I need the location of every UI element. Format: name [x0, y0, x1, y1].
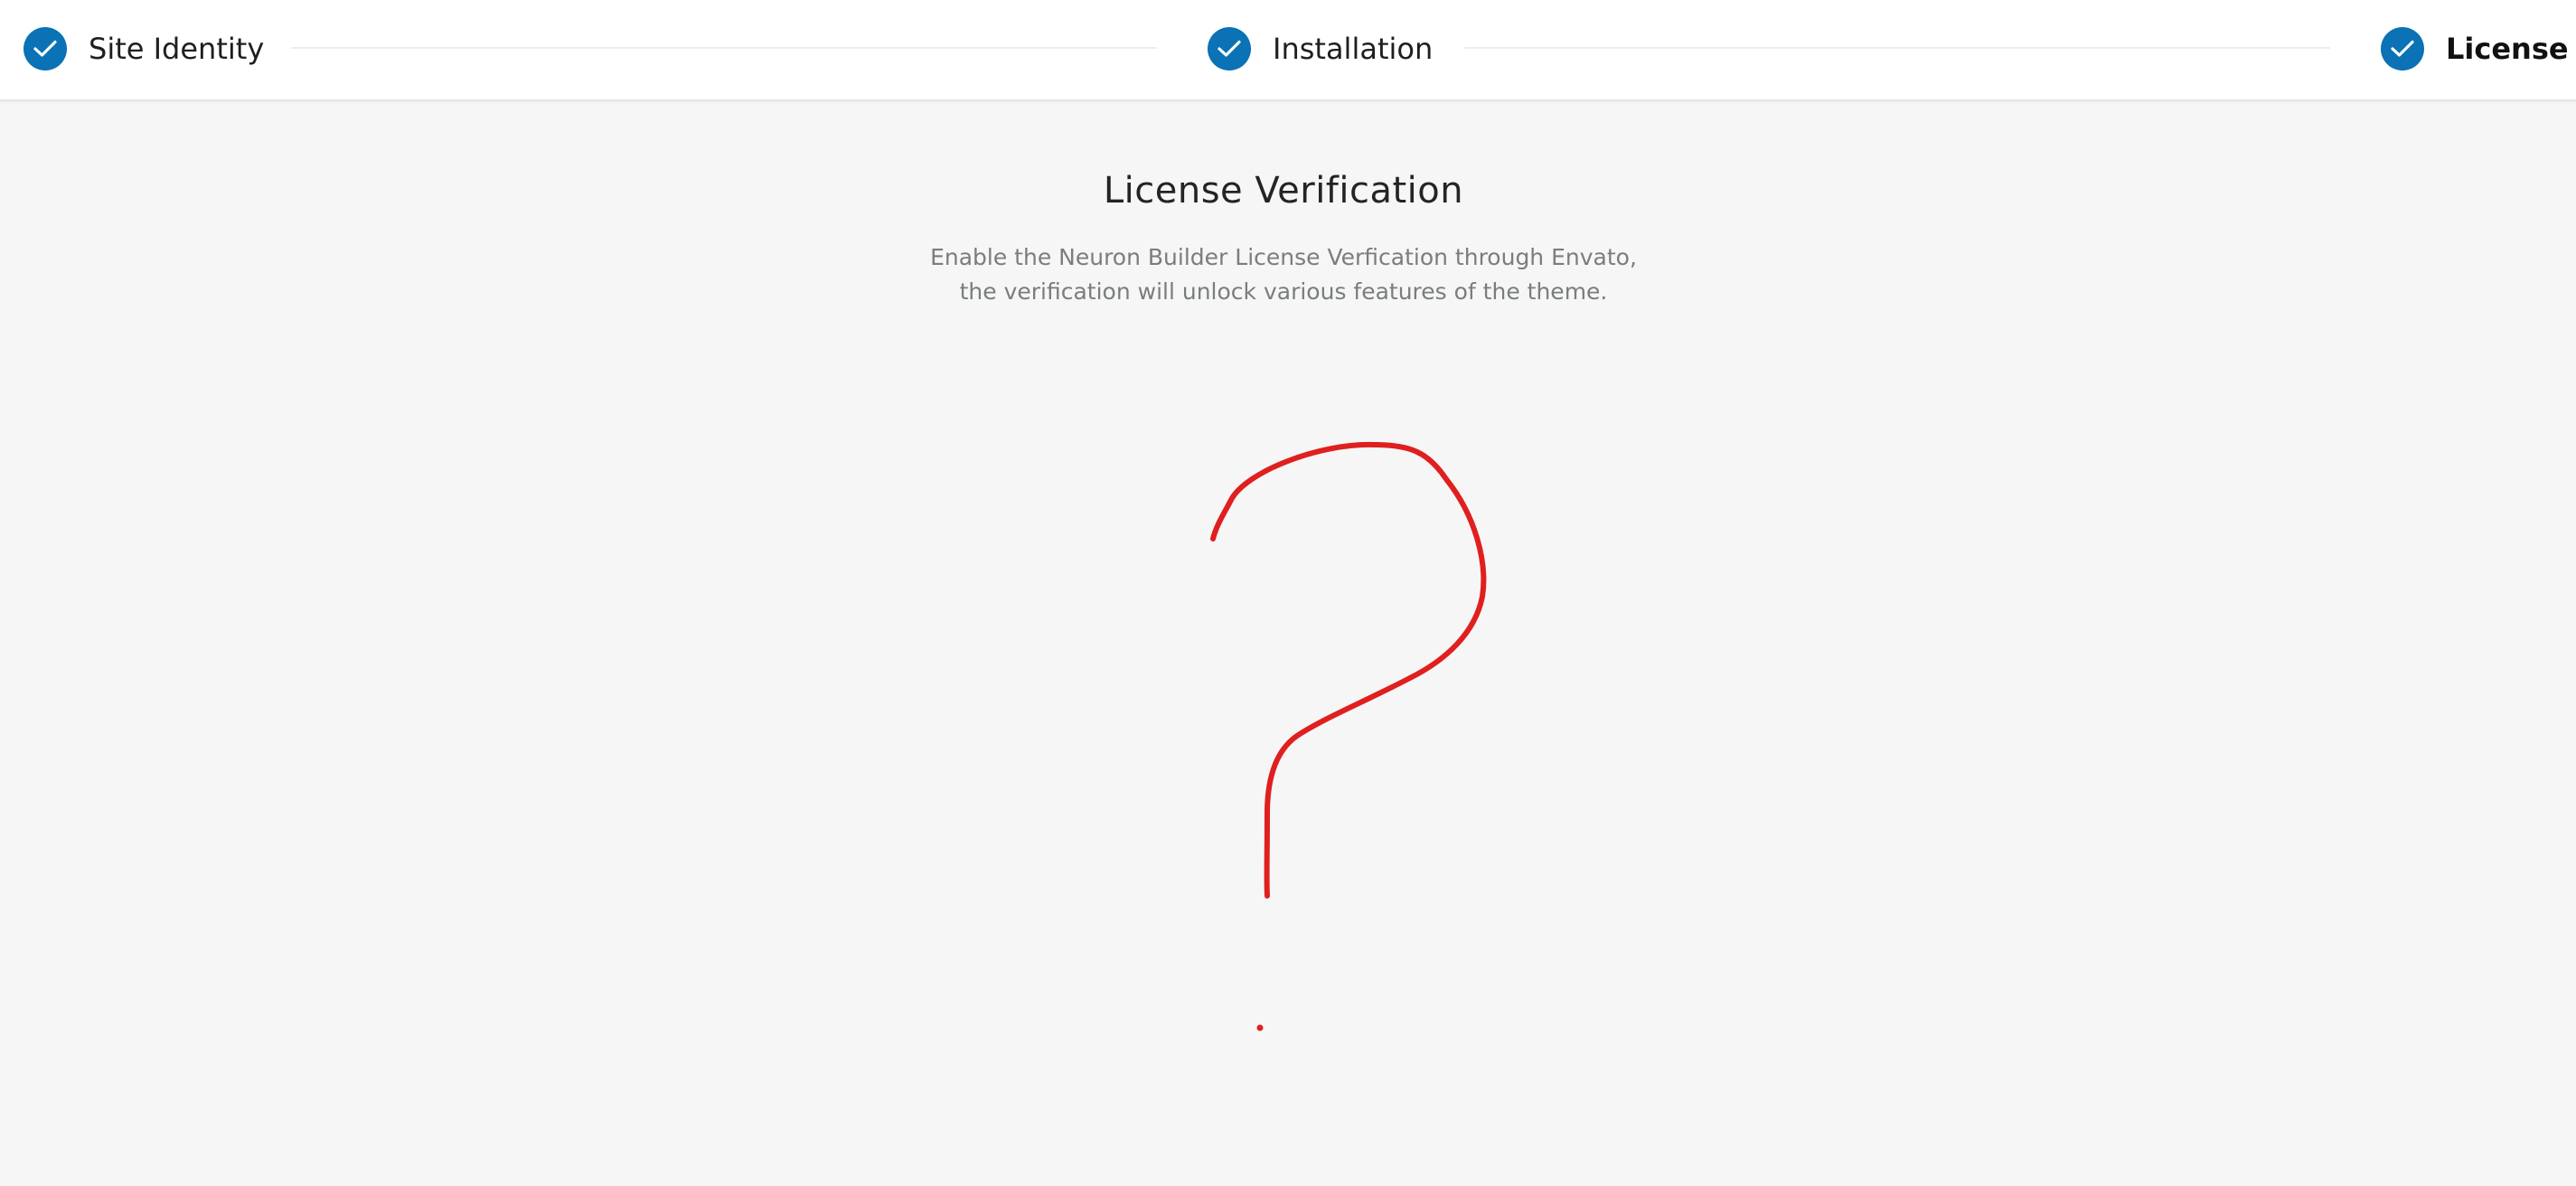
question-mark-dot	[1256, 1024, 1264, 1031]
question-mark-stroke	[1210, 441, 1487, 899]
question-mark-annotation	[1210, 441, 1487, 1031]
